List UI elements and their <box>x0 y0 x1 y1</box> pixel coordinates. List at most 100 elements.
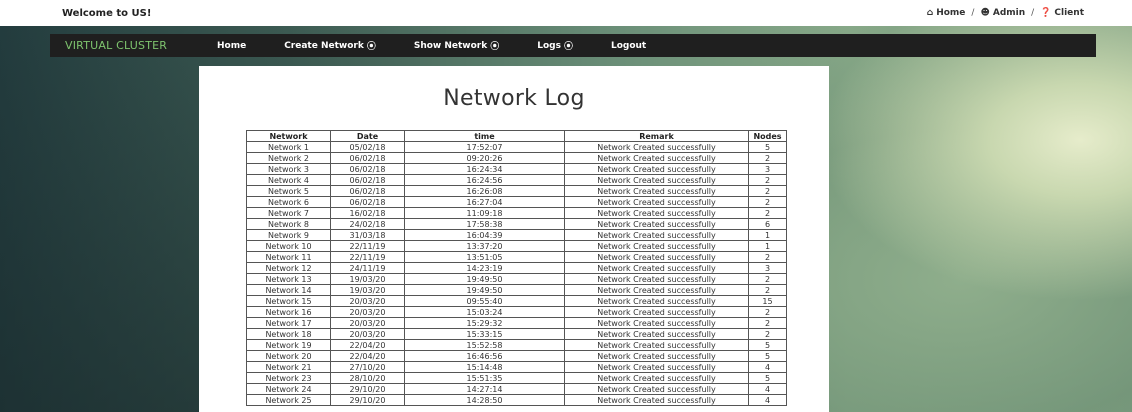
nav-logs[interactable]: Logs ⦿ <box>537 39 573 53</box>
remark-cell: Network Created successfully <box>564 361 749 373</box>
network-cell: Network 16 <box>246 306 331 318</box>
nav-create-network[interactable]: Create Network ⦿ <box>284 39 376 53</box>
nodes-cell: 4 <box>748 361 787 373</box>
nodes-cell: 2 <box>748 273 787 285</box>
dropdown-circle-icon: ⦿ <box>366 42 376 52</box>
remark-cell: Network Created successfully <box>564 185 749 197</box>
remark-cell: Network Created successfully <box>564 383 749 395</box>
remark-cell: Network Created successfully <box>564 229 749 241</box>
table-row: Network 19 22/04/20 15:52:58 Network Create… <box>246 339 787 351</box>
nav-show-network[interactable]: Show Network ⦿ <box>413 39 499 53</box>
remark-cell: Network Created successfully <box>564 262 749 274</box>
date-cell: 24/02/18 <box>330 218 405 230</box>
top-link-label: Admin <box>992 8 1026 18</box>
date-cell: 05/02/18 <box>330 141 405 153</box>
network-cell: Network 10 <box>246 240 331 252</box>
table-row: Network 13 19/03/20 19:49:50 Network Create… <box>246 273 787 285</box>
network-cell: Network 24 <box>246 383 331 395</box>
time-cell: 13:51:05 <box>404 251 565 263</box>
date-cell: 20/03/20 <box>330 317 405 329</box>
network-cell: Network 18 <box>246 328 331 340</box>
network-cell: Network 6 <box>246 196 331 208</box>
time-cell: 16:27:04 <box>404 196 565 208</box>
time-cell: 15:03:24 <box>404 306 565 318</box>
date-cell: 29/10/20 <box>330 394 405 406</box>
network-cell: Network 5 <box>246 185 331 197</box>
date-cell: 27/10/20 <box>330 361 405 373</box>
date-cell: 06/02/18 <box>330 163 405 175</box>
network-cell: Network 8 <box>246 218 331 230</box>
time-cell: 15:33:15 <box>404 328 565 340</box>
home-icon: ⌂ <box>926 8 934 18</box>
nodes-cell: 5 <box>748 372 787 384</box>
remark-cell: Network Created successfully <box>564 163 749 175</box>
remark-cell: Network Created successfully <box>564 152 749 164</box>
nodes-cell: 1 <box>748 229 787 241</box>
table-row: Network 6 06/02/18 16:27:04 Network Created… <box>246 196 787 208</box>
nav-logout[interactable]: Logout <box>611 41 646 51</box>
nav-label: Logs <box>537 40 561 51</box>
column-header: Network <box>246 130 331 142</box>
nodes-cell: 5 <box>748 350 787 362</box>
time-cell: 15:29:32 <box>404 317 565 329</box>
nodes-cell: 2 <box>748 328 787 340</box>
network-cell: Network 11 <box>246 251 331 263</box>
top-nav: ⌂ Home / ☻ Admin / ❓ Client <box>927 8 1084 18</box>
top-bar: Welcome to US! ⌂ Home / ☻ Admin / ❓ Clie… <box>0 0 1132 26</box>
remark-cell: Network Created successfully <box>564 394 749 406</box>
top-link-admin[interactable]: ☻ Admin <box>980 8 1025 18</box>
column-header: Remark <box>564 130 749 142</box>
table-row: Network 3 06/02/18 16:24:34 Network Created… <box>246 163 787 175</box>
network-cell: Network 23 <box>246 372 331 384</box>
brand-logo[interactable]: VIRTUAL CLUSTER <box>50 39 217 52</box>
nodes-cell: 3 <box>748 163 787 175</box>
time-cell: 16:46:56 <box>404 350 565 362</box>
time-cell: 16:24:56 <box>404 174 565 186</box>
date-cell: 31/03/18 <box>330 229 405 241</box>
remark-cell: Network Created successfully <box>564 339 749 351</box>
date-cell: 22/11/19 <box>330 240 405 252</box>
network-cell: Network 9 <box>246 229 331 241</box>
table-row: Network 14 19/03/20 19:49:50 Network Create… <box>246 284 787 296</box>
nav-home[interactable]: Home <box>217 41 246 51</box>
remark-cell: Network Created successfully <box>564 141 749 153</box>
nav-label: Show Network <box>413 40 488 51</box>
date-cell: 06/02/18 <box>330 196 405 208</box>
date-cell: 20/03/20 <box>330 295 405 307</box>
time-cell: 17:52:07 <box>404 141 565 153</box>
date-cell: 22/04/20 <box>330 339 405 351</box>
network-cell: Network 21 <box>246 361 331 373</box>
network-cell: Network 14 <box>246 284 331 296</box>
time-cell: 19:49:50 <box>404 273 565 285</box>
remark-cell: Network Created successfully <box>564 174 749 186</box>
remark-cell: Network Created successfully <box>564 240 749 252</box>
date-cell: 19/03/20 <box>330 284 405 296</box>
top-link-client[interactable]: ❓ Client <box>1040 8 1084 18</box>
remark-cell: Network Created successfully <box>564 207 749 219</box>
date-cell: 22/04/20 <box>330 350 405 362</box>
network-cell: Network 2 <box>246 152 331 164</box>
date-cell: 20/03/20 <box>330 328 405 340</box>
content-panel: Network Log Network Date time Remark Nod… <box>199 66 829 412</box>
time-cell: 15:51:35 <box>404 372 565 384</box>
time-cell: 16:24:34 <box>404 163 565 175</box>
time-cell: 17:58:38 <box>404 218 565 230</box>
nodes-cell: 2 <box>748 207 787 219</box>
nodes-cell: 15 <box>748 295 787 307</box>
time-cell: 15:52:58 <box>404 339 565 351</box>
nav-label: Logout <box>610 40 647 51</box>
table-row: Network 4 06/02/18 16:24:56 Network Created… <box>246 174 787 186</box>
time-cell: 14:28:50 <box>404 394 565 406</box>
date-cell: 28/10/20 <box>330 372 405 384</box>
network-cell: Network 3 <box>246 163 331 175</box>
date-cell: 29/10/20 <box>330 383 405 395</box>
table-row: Network 23 28/10/20 15:51:35 Network Create… <box>246 372 787 384</box>
column-header: Nodes <box>748 130 787 142</box>
table-row: Network 16 20/03/20 15:03:24 Network Create… <box>246 306 787 318</box>
date-cell: 16/02/18 <box>330 207 405 219</box>
remark-cell: Network Created successfully <box>564 328 749 340</box>
remark-cell: Network Created successfully <box>564 196 749 208</box>
top-link-home[interactable]: ⌂ Home <box>927 8 966 18</box>
time-cell: 09:55:40 <box>404 295 565 307</box>
table-header-row: Network Date time Remark Nodes <box>246 130 787 142</box>
